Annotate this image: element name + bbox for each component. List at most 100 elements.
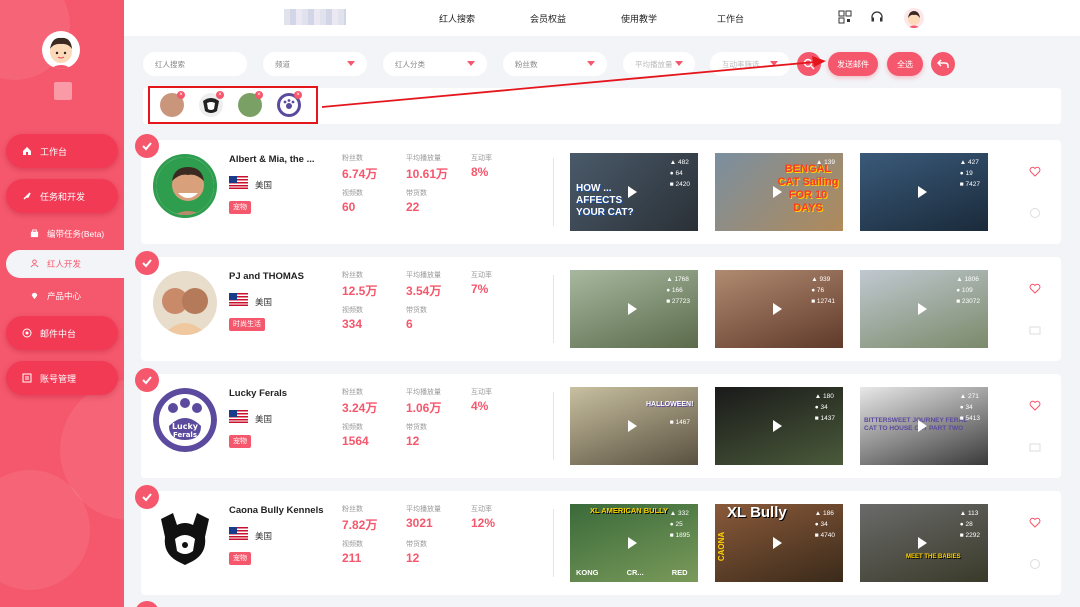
influencer-card[interactable]: PJ and THOMAS 美国 时尚生活 粉丝数 12.5万 平均播放量 3.…: [135, 251, 1061, 361]
video-thumbnail[interactable]: BENGAL CAT Sailing FOR 10 DAYS ▲ 139: [715, 153, 843, 231]
collabs-value: 22: [406, 200, 420, 214]
videos-label: 视频数: [342, 541, 363, 548]
video-thumbnail[interactable]: ▲ 1768 ● 166 ■ 27723: [570, 270, 698, 348]
influencer-avatar[interactable]: [153, 271, 217, 335]
category-tag: 宠物: [229, 435, 251, 448]
influencer-country: 美国: [255, 414, 273, 424]
collabs-value: 12: [406, 551, 420, 565]
heart-icon[interactable]: [1029, 166, 1041, 178]
play-icon: [918, 420, 927, 432]
avg-views-value: 3.54万: [406, 284, 442, 298]
avg-views-label: 平均播放量: [406, 155, 441, 162]
video-thumbnail[interactable]: XL AMERICAN BULLY KONG CR... RED ▲ 332 ● …: [570, 504, 698, 582]
heart-icon[interactable]: [1029, 400, 1041, 412]
thumbnail-text: HOW ... AFFECTS YOUR CAT?: [576, 183, 634, 218]
influencer-name[interactable]: Lucky Ferals: [229, 388, 287, 399]
mail-icon[interactable]: [1029, 558, 1041, 570]
collabs-label: 带货数: [406, 424, 427, 431]
check-icon[interactable]: [135, 485, 159, 509]
followers-value: 3.24万: [342, 401, 378, 415]
engagement-value: 7%: [471, 282, 489, 296]
video-thumbnail[interactable]: HOW ... AFFECTS YOUR CAT? ▲ 482 ● 64 ■ 242…: [570, 153, 698, 231]
influencer-name[interactable]: Caona Bully Kennels: [229, 505, 324, 516]
followers-label: 粉丝数: [342, 155, 363, 162]
video-stats: ▲ 427 ● 19 ■ 7427: [959, 159, 980, 188]
us-flag-icon: [229, 527, 248, 540]
avg-views-value: 10.61万: [406, 167, 449, 181]
video-thumbnail[interactable]: MEET THE BABIES ▲ 113 ● 28 ■ 2292: [860, 504, 988, 582]
thumbnail-text: MEET THE BABIES: [906, 554, 961, 560]
influencer-avatar[interactable]: Lucky Ferals: [153, 388, 217, 452]
category-tag: 宠物: [229, 552, 251, 565]
engagement-value: 8%: [471, 165, 489, 179]
avg-views-label: 平均播放量: [406, 506, 441, 513]
video-stats: ▲ 180 ● 34 ■ 1437: [814, 393, 835, 422]
avg-views-label: 平均播放量: [406, 389, 441, 396]
avg-views-value: 3021: [406, 516, 433, 530]
influencer-country: 美国: [255, 297, 273, 307]
influencer-avatar[interactable]: [153, 505, 217, 569]
divider: [553, 158, 554, 226]
check-icon[interactable]: [135, 134, 159, 158]
avg-views-label: 平均播放量: [406, 272, 441, 279]
video-thumbnail[interactable]: HALLOWEEN! ■ 1467: [570, 387, 698, 465]
video-thumbnail[interactable]: ▲ 180 ● 34 ■ 1437: [715, 387, 843, 465]
followers-value: 12.5万: [342, 284, 378, 298]
thumbnail-text: XL Bully: [727, 504, 787, 521]
influencer-card[interactable]: Caona Bully Kennels 美国 宠物 粉丝数 7.82万 平均播放…: [135, 485, 1061, 595]
video-thumbnail[interactable]: XL Bully CAONA ▲ 186 ● 34 ■ 4740: [715, 504, 843, 582]
videos-value: 211: [342, 551, 362, 565]
thumbnail-text: CAONA: [717, 531, 727, 562]
video-stats: ▲ 332 ● 25 ■ 1895: [669, 510, 690, 539]
svg-text:Ferals: Ferals: [173, 431, 197, 439]
video-thumbnail[interactable]: ▲ 1806 ● 109 ■ 23072: [860, 270, 988, 348]
influencer-avatar[interactable]: [153, 154, 217, 218]
divider: [553, 509, 554, 577]
play-icon: [918, 186, 927, 198]
influencer-country: 美国: [255, 531, 273, 541]
collabs-label: 带货数: [406, 541, 427, 548]
mail-icon[interactable]: [1029, 441, 1041, 453]
us-flag-icon: [229, 176, 248, 189]
video-thumbnail[interactable]: ▲ 427 ● 19 ■ 7427: [860, 153, 988, 231]
followers-value: 6.74万: [342, 167, 378, 181]
us-flag-icon: [229, 410, 248, 423]
videos-value: 1564: [342, 434, 369, 448]
influencer-card[interactable]: Lucky Ferals Lucky Ferals 美国 宠物 粉丝数 3.24万…: [135, 368, 1061, 478]
thumbnail-text: HALLOWEEN!: [646, 401, 694, 408]
collabs-label: 带货数: [406, 307, 427, 314]
followers-label: 粉丝数: [342, 389, 363, 396]
influencer-country: 美国: [255, 180, 273, 190]
video-thumbnail[interactable]: ▲ 939 ● 76 ■ 12741: [715, 270, 843, 348]
video-stats: ▲ 482 ● 64 ■ 2420: [669, 159, 690, 188]
svg-text:Lucky: Lucky: [172, 422, 199, 431]
video-thumbnail[interactable]: BITTERSWEET JOURNEY FERAL CAT TO HOUSE C…: [860, 387, 988, 465]
check-icon[interactable]: [135, 251, 159, 275]
videos-label: 视频数: [342, 190, 363, 197]
mail-icon[interactable]: [1029, 207, 1041, 219]
thumbnail-text: BENGAL CAT Sailing FOR 10 DAYS: [777, 163, 839, 214]
collabs-value: 12: [406, 434, 420, 448]
followers-label: 粉丝数: [342, 272, 363, 279]
category-tag: 时尚生活: [229, 318, 265, 331]
influencer-card[interactable]: Albert & Mia, the ... 美国 宠物 粉丝数 6.74万 平均…: [135, 134, 1061, 244]
engagement-label: 互动率: [471, 506, 492, 513]
influencer-name[interactable]: Albert & Mia, the ...: [229, 154, 315, 165]
video-stats: ▲ 1806 ● 109 ■ 23072: [956, 276, 980, 305]
video-stats: ▲ 186 ● 34 ■ 4740: [814, 510, 835, 539]
check-icon[interactable]: [135, 368, 159, 392]
divider: [553, 275, 554, 343]
influencer-name[interactable]: PJ and THOMAS: [229, 271, 304, 282]
category-tag: 宠物: [229, 201, 251, 214]
video-stats: ▲ 113 ● 28 ■ 2292: [959, 510, 980, 539]
collabs-value: 6: [406, 317, 413, 331]
play-icon: [628, 303, 637, 315]
mail-icon[interactable]: [1029, 324, 1041, 336]
us-flag-icon: [229, 293, 248, 306]
heart-icon[interactable]: [1029, 517, 1041, 529]
videos-label: 视频数: [342, 307, 363, 314]
play-icon: [628, 186, 637, 198]
engagement-value: 4%: [471, 399, 489, 413]
heart-icon[interactable]: [1029, 283, 1041, 295]
play-icon: [918, 537, 927, 549]
